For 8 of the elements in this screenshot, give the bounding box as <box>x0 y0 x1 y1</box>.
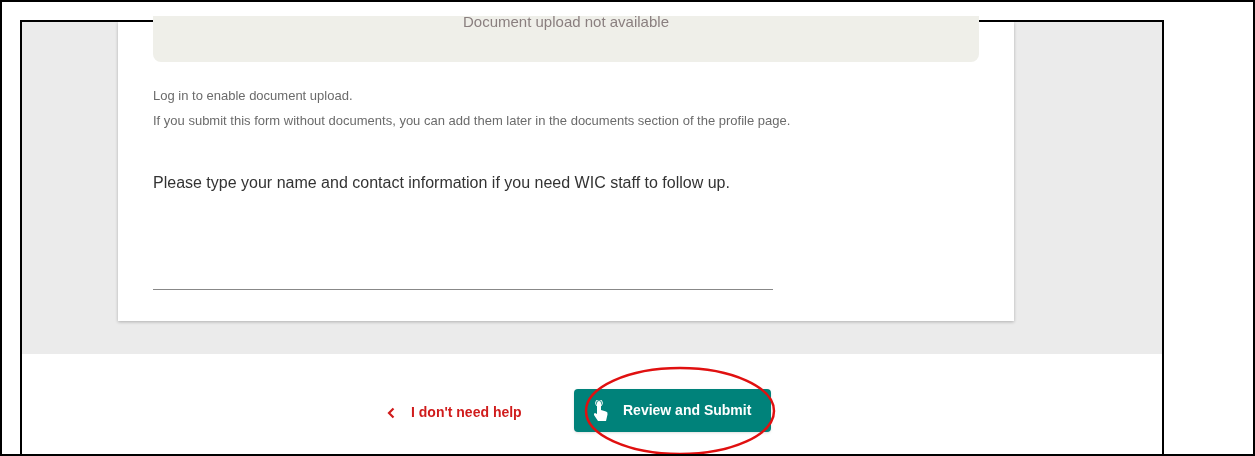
review-submit-button[interactable]: Review and Submit <box>573 389 771 432</box>
upload-unavailable-text: Document upload not available <box>463 14 669 32</box>
chevron-left-icon <box>387 406 395 419</box>
pointing-hand-icon <box>593 399 609 422</box>
back-link[interactable]: I don't need help <box>387 402 522 423</box>
contact-question: Please type your name and contact information if you need WIC staff to follow up. <box>153 174 731 192</box>
help-note: If you submit this form without documents, you can add them later in the documents section of the profile page. <box>153 113 792 128</box>
help-note: Log in to enable document upload. <box>153 88 354 103</box>
